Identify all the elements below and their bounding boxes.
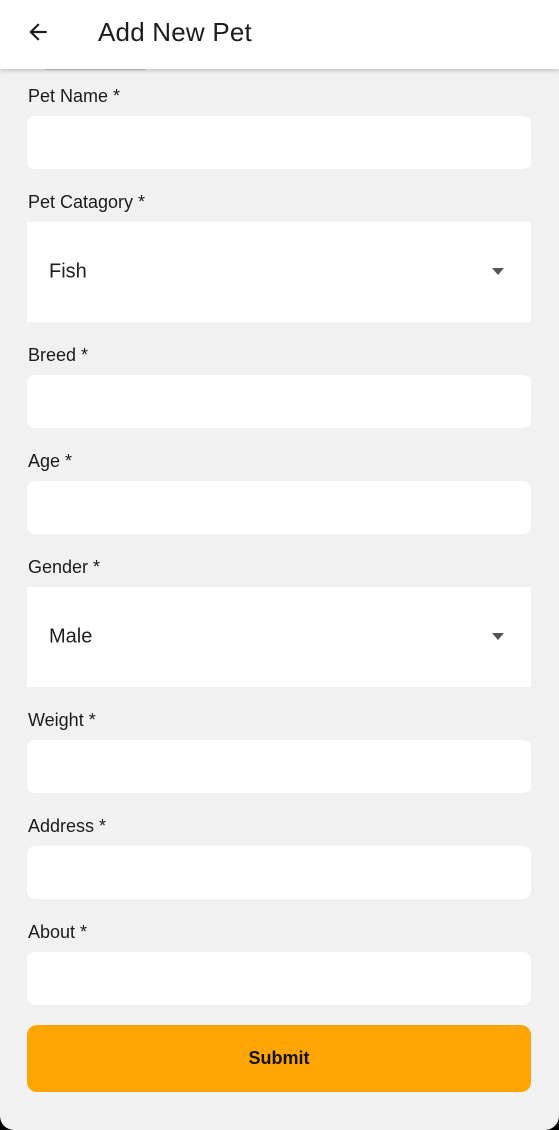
pet-category-label: Pet Catagory * <box>28 192 146 212</box>
breed-label: Breed * <box>28 345 89 365</box>
age-label: Age * <box>28 451 73 471</box>
weight-input[interactable] <box>27 740 531 793</box>
app-bar: Add New Pet <box>0 0 559 69</box>
gender-select[interactable]: Male <box>27 587 531 687</box>
gender-label: Gender * <box>28 557 101 577</box>
about-label: About * <box>28 922 88 942</box>
pet-category-select[interactable]: Fish <box>27 222 531 322</box>
about-input[interactable] <box>27 952 531 1005</box>
dropdown-arrow-icon <box>492 268 504 275</box>
page-title: Add New Pet <box>98 17 252 47</box>
age-input[interactable] <box>27 481 531 534</box>
pet-name-label: Pet Name * <box>28 86 121 106</box>
address-label: Address * <box>28 816 107 836</box>
breed-input[interactable] <box>27 375 531 428</box>
back-button[interactable] <box>18 12 58 52</box>
add-pet-screen: Add New Pet Pet Name * Pet Catagory * Fi… <box>0 0 559 1130</box>
arrow-left-icon <box>29 23 47 41</box>
submit-button[interactable]: Submit <box>27 1025 531 1092</box>
pet-category-value: Fish <box>49 260 87 283</box>
pet-name-input[interactable] <box>27 116 531 169</box>
weight-label: Weight * <box>28 710 96 730</box>
address-input[interactable] <box>27 846 531 899</box>
dropdown-arrow-icon <box>492 633 504 640</box>
gender-value: Male <box>49 625 93 648</box>
